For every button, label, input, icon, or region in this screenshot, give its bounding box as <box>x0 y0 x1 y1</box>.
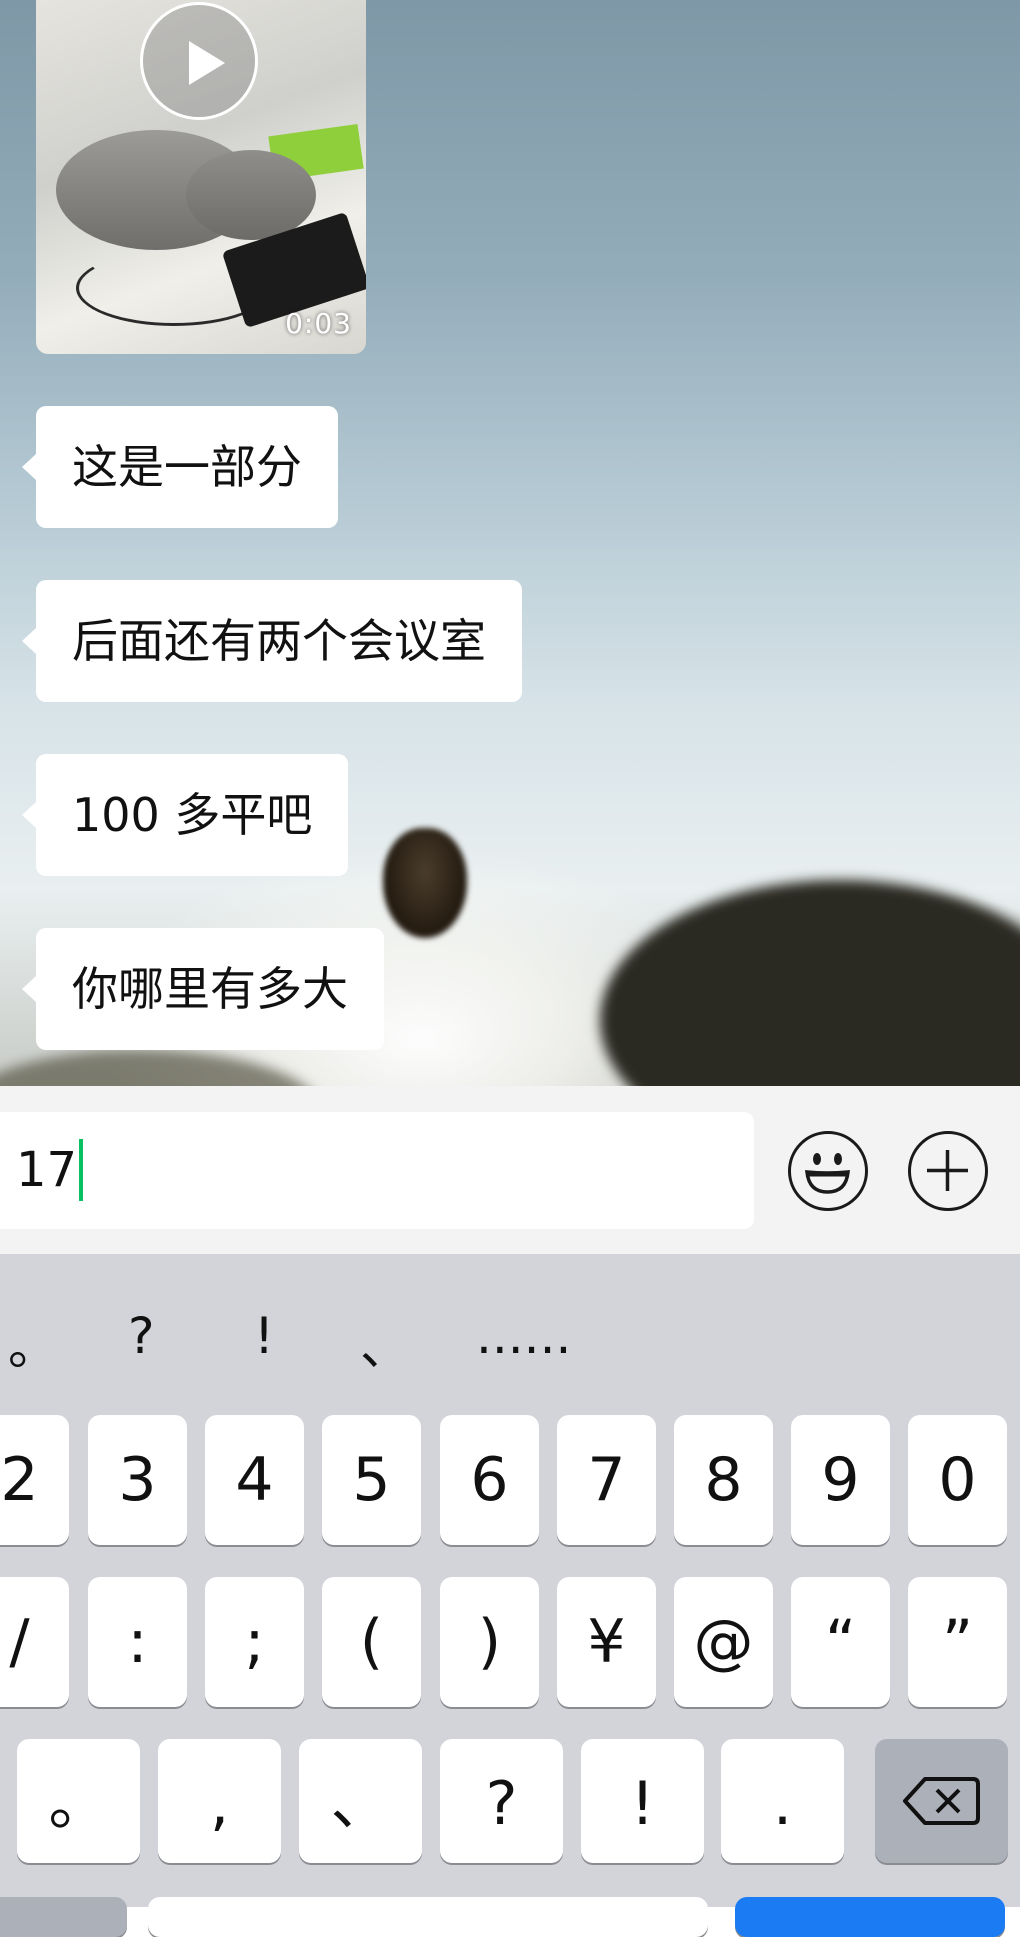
keyboard: 。 ? ! 、 ...... 2 3 4 5 6 7 8 9 0 / : ; (… <box>0 1254 1020 1937</box>
backspace-icon <box>903 1777 980 1825</box>
key[interactable]: 2 <box>0 1415 69 1545</box>
play-icon[interactable] <box>140 2 258 120</box>
plus-icon[interactable] <box>908 1131 988 1211</box>
text-caret <box>79 1139 84 1201</box>
key[interactable]: 9 <box>791 1415 890 1545</box>
space-key[interactable] <box>148 1897 708 1937</box>
background-balloon <box>383 828 467 938</box>
key[interactable]: ; <box>205 1577 304 1707</box>
key[interactable]: 8 <box>674 1415 773 1545</box>
backspace-key[interactable] <box>875 1739 1008 1863</box>
key[interactable]: ! <box>581 1739 704 1863</box>
key[interactable]: 。 <box>17 1739 140 1863</box>
key[interactable]: 0 <box>908 1415 1007 1545</box>
key[interactable]: “ <box>791 1577 890 1707</box>
message-bubble[interactable]: 100 多平吧 <box>21 754 349 876</box>
key[interactable]: ¥ <box>557 1577 656 1707</box>
key[interactable]: 7 <box>557 1415 656 1545</box>
background-hill <box>600 880 1020 1086</box>
candidate[interactable]: ? <box>128 1307 155 1365</box>
candidate[interactable]: ...... <box>476 1307 571 1365</box>
message-bubble[interactable]: 你哪里有多大 <box>22 928 384 1050</box>
key[interactable]: ( <box>322 1577 421 1707</box>
send-key[interactable] <box>735 1897 1005 1937</box>
key[interactable]: @ <box>674 1577 773 1707</box>
video-duration: 0:03 <box>285 307 352 340</box>
message-bubble[interactable]: 这是一部分 <box>22 406 338 528</box>
candidate[interactable]: 、 <box>360 1307 410 1379</box>
key[interactable]: ? <box>440 1739 563 1863</box>
key[interactable]: . <box>721 1739 844 1863</box>
message-input[interactable]: 17 <box>0 1112 754 1229</box>
key[interactable]: 6 <box>440 1415 539 1545</box>
chat-background: 0:03 这是一部分 后面还有两个会议室 100 多平吧 你哪里有多大 <box>0 0 1020 1086</box>
mode-key[interactable] <box>0 1897 127 1937</box>
emoji-icon[interactable] <box>788 1131 868 1211</box>
key[interactable]: / <box>0 1577 69 1707</box>
input-value: 17 <box>16 1142 78 1198</box>
key[interactable]: 4 <box>205 1415 304 1545</box>
video-message[interactable]: 0:03 <box>36 0 366 354</box>
background-ground <box>0 1050 320 1086</box>
candidate[interactable]: ! <box>254 1307 274 1365</box>
input-bar: 17 <box>0 1086 1020 1254</box>
key[interactable]: 5 <box>322 1415 421 1545</box>
message-bubble[interactable]: 后面还有两个会议室 <box>22 580 522 702</box>
key[interactable]: : <box>88 1577 187 1707</box>
play-triangle <box>189 41 225 85</box>
key[interactable]: ” <box>908 1577 1007 1707</box>
key[interactable]: 、 <box>299 1739 422 1863</box>
key[interactable]: ) <box>440 1577 539 1707</box>
candidate[interactable]: 。 <box>8 1307 58 1379</box>
key[interactable]: , <box>158 1739 281 1863</box>
key[interactable]: 3 <box>88 1415 187 1545</box>
